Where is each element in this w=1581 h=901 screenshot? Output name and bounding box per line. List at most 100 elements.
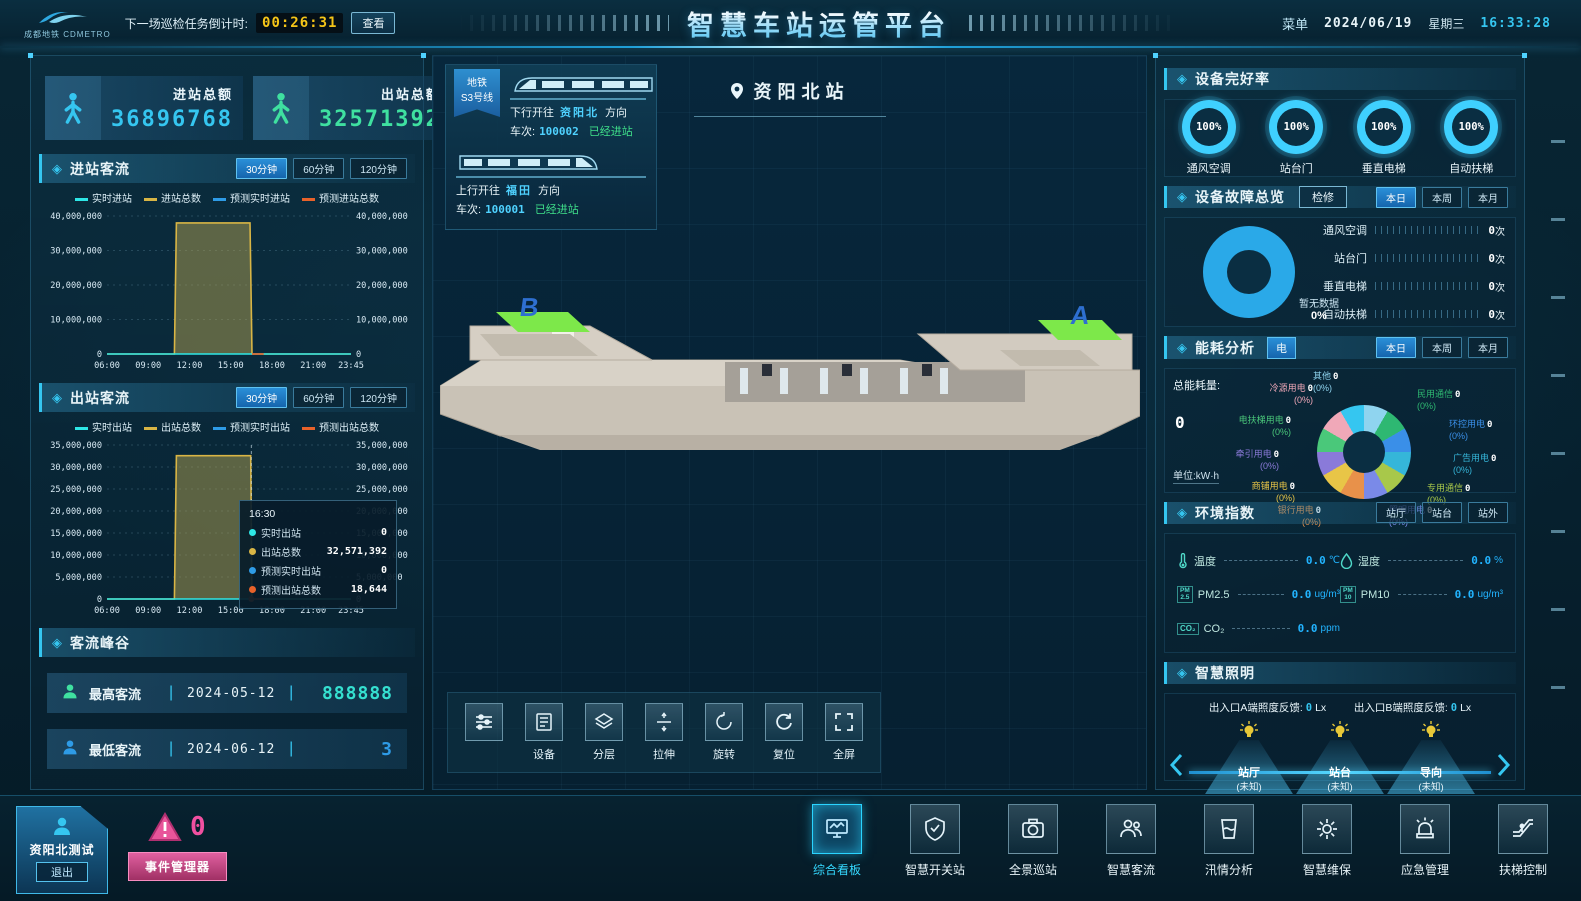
toolbar-layers-button[interactable]: 分层 — [582, 703, 626, 762]
line-badge: 地铁 S3号线 — [454, 69, 500, 117]
integrity-gauge: 100% 自动扶梯 — [1444, 100, 1498, 176]
location-pin-icon — [730, 82, 744, 100]
decor-ticks-right — [969, 15, 1179, 31]
energy-item-label: 冷源用电0(0%) — [1227, 383, 1313, 407]
nav-item-全景巡站[interactable]: 全景巡站 — [989, 804, 1077, 878]
station-3d-model[interactable]: B A — [440, 264, 1140, 459]
legend-item: 实时进站 — [75, 190, 132, 205]
outbound-tab[interactable]: 30分钟 — [236, 387, 287, 408]
user-card: 资阳北测试 退出 — [16, 806, 108, 894]
energy-total-value: 0 — [1175, 413, 1185, 432]
peak-value: 888888 — [322, 683, 393, 704]
lux-feedback: 出入口B端照度反馈:0Lx — [1354, 700, 1471, 715]
light-导向[interactable]: 导向 (未知) — [1387, 720, 1475, 794]
energy-header: ◈ 能耗分析 电 本日本周本月 — [1164, 336, 1516, 358]
energy-title: 能耗分析 — [1195, 338, 1255, 358]
sliders-icon — [465, 703, 503, 741]
menu-button[interactable]: 菜单 — [1282, 14, 1308, 33]
center-stage: 地铁 S3号线 下行开往资阳北方向 车次:100002已经进站 — [432, 55, 1147, 790]
environment-tab[interactable]: 站厅 — [1376, 502, 1416, 523]
fullscreen-icon — [825, 703, 863, 741]
toolbar-device-button[interactable]: 设备 — [522, 703, 566, 762]
tooltip-row: 出站总数32,571,392 — [249, 544, 387, 559]
svg-text:20,000,000: 20,000,000 — [50, 507, 102, 517]
environment-tab[interactable]: 站台 — [1422, 502, 1462, 523]
inspection-countdown: 下一场巡检任务倒计时: 00:26:31 查看 — [125, 12, 396, 34]
header-clock: 16:33:28 — [1480, 16, 1551, 31]
nav-item-智慧维保[interactable]: 智慧维保 — [1283, 804, 1371, 878]
environment-tab[interactable]: 站外 — [1468, 502, 1508, 523]
energy-tab[interactable]: 本周 — [1422, 337, 1462, 358]
light-name: 导向 — [1387, 764, 1475, 780]
integrity-gauge: 100% 垂直电梯 — [1357, 100, 1411, 176]
toolbar-sliders-button[interactable] — [462, 703, 506, 741]
bottom-bar: 资阳北测试 退出 0 事件管理器 综合看板 智慧开关站 全景巡站 智慧客流 — [0, 795, 1581, 901]
svg-text:15,000,000: 15,000,000 — [50, 529, 102, 539]
passenger-totals: 进站总额 36896768 出站总额 32571392 — [39, 64, 415, 150]
env-metric-温度: 温度 0.0℃ — [1177, 544, 1340, 578]
lighting-next-button[interactable] — [1495, 752, 1513, 778]
header-date: 2024/06/19 — [1324, 16, 1412, 31]
repair-button[interactable]: 检修 — [1299, 186, 1347, 208]
svg-text:23:45: 23:45 — [338, 361, 364, 371]
nav-item-应急管理[interactable]: 应急管理 — [1381, 804, 1469, 878]
faults-tab[interactable]: 本月 — [1468, 187, 1508, 208]
toolbar-fullscreen-button[interactable]: 全屏 — [822, 703, 866, 762]
alarm-count: 0 — [190, 812, 206, 842]
inbound-tab[interactable]: 120分钟 — [350, 158, 407, 179]
toolbar-stretch-button[interactable]: 拉伸 — [642, 703, 686, 762]
lighting-feedback: 出入口A端照度反馈:0Lx出入口B端照度反馈:0Lx — [1165, 700, 1515, 715]
train-info-panel: 地铁 S3号线 下行开往资阳北方向 车次:100002已经进站 — [445, 64, 657, 230]
escalator-icon — [1498, 804, 1548, 854]
walking-person-icon — [253, 76, 309, 140]
gauge-label: 垂直电梯 — [1362, 160, 1406, 176]
lighting-body: 出入口A端照度反馈:0Lx出入口B端照度反馈:0Lx 站厅 (未知) 站台 (未… — [1164, 693, 1516, 781]
legend-item: 进站总数 — [144, 190, 201, 205]
light-name: 站台 — [1296, 764, 1384, 780]
energy-type-button[interactable]: 电 — [1267, 337, 1296, 359]
nav-item-智慧开关站[interactable]: 智慧开关站 — [891, 804, 979, 878]
light-站台[interactable]: 站台 (未知) — [1296, 720, 1384, 794]
faults-tab[interactable]: 本周 — [1422, 187, 1462, 208]
svg-text:0: 0 — [97, 350, 102, 360]
nav-item-智慧客流[interactable]: 智慧客流 — [1087, 804, 1175, 878]
inbound-tab[interactable]: 60分钟 — [293, 158, 344, 179]
outbound-tab[interactable]: 60分钟 — [293, 387, 344, 408]
event-manager-button[interactable]: 事件管理器 — [128, 852, 227, 881]
peak-rows: 最高客流 | 2024-05-12 | 888888 最低客流 | 2024-0… — [39, 661, 415, 781]
fault-row: 垂直电梯0次 — [1309, 278, 1505, 294]
alarm-warning-icon — [148, 812, 182, 842]
device-icon — [525, 703, 563, 741]
gauge-label: 通风空调 — [1187, 160, 1231, 176]
dashboard-icon — [812, 804, 862, 854]
person-badge-icon — [61, 738, 79, 761]
inbound-flow-header: ◈ 进站客流 30分钟60分钟120分钟 — [39, 154, 415, 183]
droplet-icon — [1340, 553, 1353, 569]
energy-tab[interactable]: 本月 — [1468, 337, 1508, 358]
nav-item-综合看板[interactable]: 综合看板 — [793, 804, 881, 878]
svg-text:30,000,000: 30,000,000 — [50, 463, 102, 473]
logout-button[interactable]: 退出 — [36, 862, 88, 882]
toolbar-rotate-button[interactable]: 旋转 — [702, 703, 746, 762]
inbound-tab[interactable]: 30分钟 — [236, 158, 287, 179]
inbound-flow-chart: 实时进站进站总数预测实时进站预测进站总数 0010,000,00010,000,… — [39, 187, 415, 379]
nav-item-汛情分析[interactable]: 汛情分析 — [1185, 804, 1273, 878]
lighting-prev-button[interactable] — [1167, 752, 1185, 778]
faults-tab[interactable]: 本日 — [1376, 187, 1416, 208]
view-button[interactable]: 查看 — [351, 12, 395, 34]
left-panel: 进站总额 36896768 出站总额 32571392 ◈ 进站客流 30分钟6… — [30, 55, 424, 790]
peak-date: 2024-05-12 — [183, 686, 279, 701]
gauge-label: 站台门 — [1280, 160, 1313, 176]
section-marker-icon: ◈ — [1177, 665, 1187, 681]
nav-item-扶梯控制[interactable]: 扶梯控制 — [1479, 804, 1567, 878]
reset-icon — [765, 703, 803, 741]
outbound-tab[interactable]: 120分钟 — [350, 387, 407, 408]
energy-tab[interactable]: 本日 — [1376, 337, 1416, 358]
energy-body: 总能耗量: 0 单位:kW·h 其他0(0%) 民用通信0(0%) 环控用电0(… — [1164, 368, 1516, 493]
toolbar-reset-button[interactable]: 复位 — [762, 703, 806, 762]
countdown-value: 00:26:31 — [256, 13, 343, 33]
up-train-info: 上行开往福田方向 车次:100001已经进站 — [456, 183, 646, 219]
light-站厅[interactable]: 站厅 (未知) — [1205, 720, 1293, 794]
legend-item: 预测进站总数 — [302, 190, 379, 205]
walking-person-icon — [45, 76, 101, 140]
